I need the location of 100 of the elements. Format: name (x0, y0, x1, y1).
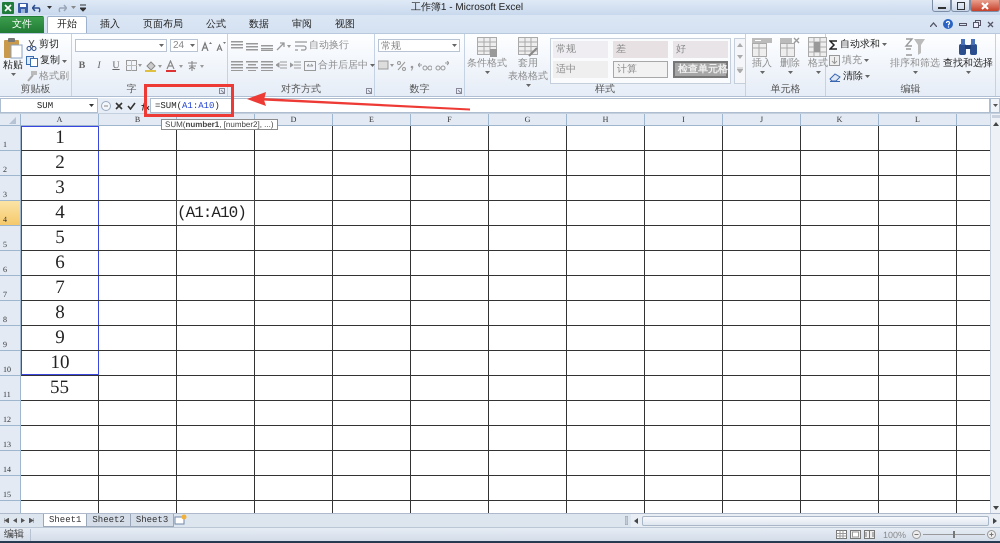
restore-icon[interactable] (973, 20, 981, 28)
sheet-tab[interactable]: Sheet1 (43, 514, 88, 527)
row-header[interactable]: 4 (0, 201, 20, 225)
close-button[interactable] (970, 0, 1000, 12)
decrease-indent-icon[interactable] (276, 60, 287, 70)
splitter-handle-icon[interactable] (101, 100, 111, 110)
column-header[interactable]: E (333, 114, 410, 125)
row-header[interactable]: 8 (0, 301, 20, 325)
shrink-font-icon[interactable] (215, 40, 226, 50)
column-header[interactable]: A (21, 114, 98, 125)
decrease-decimal-icon[interactable] (435, 60, 449, 70)
row-header[interactable]: 9 (0, 326, 20, 350)
ribbon-tab[interactable]: 页面布局 (133, 16, 193, 33)
align-top-icon[interactable] (231, 40, 243, 50)
increase-indent-icon[interactable] (290, 60, 301, 70)
last-sheet-icon[interactable] (29, 518, 34, 523)
align-right-icon[interactable] (261, 60, 273, 70)
ribbon-tab[interactable]: 公式 (196, 16, 236, 33)
ribbon-tab[interactable]: 审阅 (282, 16, 322, 33)
row-header[interactable]: 3 (0, 176, 20, 200)
scroll-thumb[interactable] (642, 516, 989, 526)
paste-button[interactable]: 粘贴 (3, 36, 23, 84)
row-header[interactable]: 2 (0, 151, 20, 175)
save-icon[interactable] (18, 2, 28, 12)
column-header[interactable]: K (801, 114, 878, 125)
cancel-icon[interactable] (115, 102, 123, 110)
font-size-field[interactable]: 24 (170, 39, 198, 52)
dialog-launcher-icon[interactable] (219, 88, 225, 94)
collapse-ribbon-icon[interactable] (930, 22, 937, 26)
find-select-button[interactable]: 查找和选择 (943, 36, 993, 84)
text-orientation-icon[interactable] (276, 40, 292, 50)
row-header[interactable]: 14 (0, 451, 20, 475)
customize-menu-icon[interactable] (80, 4, 86, 12)
increase-decimal-icon[interactable] (418, 60, 432, 70)
zoom-out-icon[interactable] (912, 530, 921, 539)
column-header[interactable]: F (411, 114, 488, 125)
column-header[interactable]: I (645, 114, 722, 125)
ribbon-tab[interactable]: 插入 (90, 16, 130, 33)
insert-sheet-icon[interactable] (174, 514, 188, 525)
restore-button[interactable] (951, 0, 970, 12)
align-middle-icon[interactable] (246, 40, 258, 50)
align-left-icon[interactable] (231, 60, 243, 70)
row-header[interactable]: 5 (0, 226, 20, 250)
row-header[interactable]: 13 (0, 426, 20, 450)
first-sheet-icon[interactable] (4, 518, 9, 523)
sheet-tab[interactable]: Sheet3 (130, 514, 174, 527)
sheet-tab[interactable]: Sheet2 (86, 514, 131, 527)
more-styles-icon[interactable] (737, 67, 743, 73)
redo-icon[interactable] (56, 2, 67, 12)
font-name-field[interactable] (75, 39, 167, 52)
normal-view-icon[interactable] (836, 530, 847, 539)
previous-sheet-icon[interactable] (13, 518, 17, 523)
clear-button[interactable]: 清除 (829, 69, 887, 84)
column-header[interactable]: H (567, 114, 644, 125)
enter-check-icon[interactable] (127, 102, 136, 110)
horizontal-scroll-bar[interactable] (631, 514, 1000, 527)
percent-icon[interactable] (397, 60, 406, 70)
row-header[interactable]: 11 (0, 376, 20, 400)
insert-function-icon[interactable] (140, 100, 150, 110)
ribbon-tab[interactable]: 视图 (325, 16, 365, 33)
close-icon[interactable] (987, 20, 994, 28)
name-box[interactable]: SUM (0, 98, 98, 113)
minimize-button[interactable] (932, 0, 951, 12)
dialog-launcher-icon[interactable] (366, 88, 372, 94)
ribbon-tab[interactable]: 开始 (47, 16, 87, 33)
active-cell[interactable]: (A1:A10) (176, 200, 255, 226)
column-header[interactable]: J (723, 114, 800, 125)
page-break-view-icon[interactable] (864, 530, 875, 539)
split-handle-icon[interactable] (625, 516, 628, 525)
borders-icon[interactable] (126, 60, 142, 71)
ribbon-tab[interactable]: 数据 (239, 16, 279, 33)
fill-color-icon[interactable] (145, 60, 163, 72)
split-handle-icon[interactable] (992, 115, 1000, 118)
dialog-launcher-icon[interactable] (456, 88, 462, 94)
align-center-icon[interactable] (246, 60, 258, 70)
next-sheet-icon[interactable] (21, 518, 25, 523)
row-header[interactable]: 1 (0, 126, 20, 150)
number-format-field[interactable]: 常规 (378, 39, 460, 52)
font-style-button[interactable]: B (75, 58, 89, 72)
formula-input[interactable]: =SUM(A1:A10) (150, 98, 990, 113)
autosum-button[interactable]: 自动求和 (829, 37, 887, 52)
font-style-button[interactable]: I (92, 58, 106, 72)
phonetic-guide-icon[interactable] (187, 60, 205, 72)
file-menu-button[interactable]: 文件 (0, 16, 44, 33)
vertical-scroll-bar[interactable] (990, 114, 1000, 513)
page-layout-view-icon[interactable] (850, 530, 861, 539)
scroll-up-icon[interactable] (992, 122, 998, 126)
help-icon[interactable] (943, 19, 953, 29)
zoom-in-icon[interactable] (987, 530, 996, 539)
grow-font-icon[interactable] (201, 40, 212, 50)
scroll-right-icon[interactable] (993, 518, 997, 524)
row-header[interactable]: 7 (0, 276, 20, 300)
row-header[interactable]: 10 (0, 351, 20, 375)
font-style-button[interactable]: U (109, 58, 123, 72)
row-header[interactable]: 12 (0, 401, 20, 425)
scroll-left-icon[interactable] (634, 518, 638, 524)
row-header[interactable]: 15 (0, 476, 20, 500)
minimize-icon[interactable] (959, 21, 967, 27)
undo-icon[interactable] (32, 2, 43, 12)
expand-formula-bar-button[interactable] (990, 98, 1000, 113)
